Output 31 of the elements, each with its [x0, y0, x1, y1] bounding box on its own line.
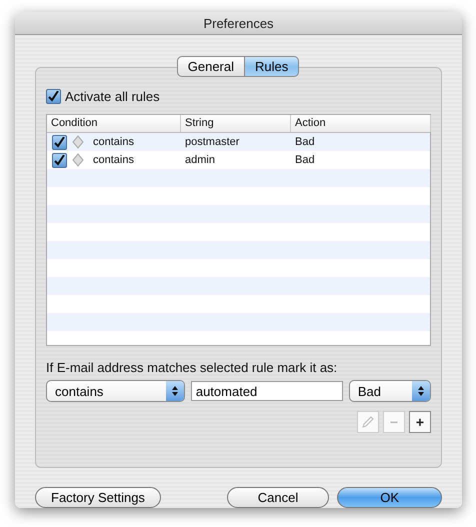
table-cell-text: contains — [92, 136, 134, 148]
tab[interactable]: General — [176, 56, 245, 77]
checkbox-label: Activate all rules — [65, 89, 160, 104]
add-button[interactable]: + — [409, 411, 431, 433]
tab[interactable]: Rules — [244, 56, 300, 77]
checkbox[interactable] — [46, 89, 61, 104]
action-dropdown[interactable]: Bad — [348, 380, 431, 402]
column-header[interactable]: String — [181, 115, 291, 132]
string-field[interactable]: automated — [190, 381, 343, 401]
pencil-icon — [361, 415, 375, 429]
stepper-arrows-icon — [412, 381, 430, 401]
table-cell-text: Bad — [294, 136, 316, 148]
checkbox[interactable] — [52, 134, 67, 150]
dialog-button[interactable]: Factory Settings — [35, 487, 161, 508]
table-cell-text: admin — [184, 154, 216, 166]
rule-label: If E-mail address matches selected rule mark it as: — [46, 360, 338, 375]
table-row[interactable]: contains postmaster Bad — [47, 133, 430, 151]
table-cell-text: Bad — [294, 154, 316, 166]
window-title: Preferences — [203, 16, 274, 30]
condition-dropdown[interactable]: contains — [46, 380, 185, 402]
dialog-button[interactable]: OK — [337, 487, 442, 508]
column-header[interactable]: Condition — [47, 115, 181, 132]
table-row[interactable]: contains admin Bad — [47, 151, 430, 169]
diamond-icon — [72, 153, 84, 167]
checkbox[interactable] — [52, 152, 67, 168]
diamond-icon — [72, 135, 84, 149]
table-cell-text: contains — [92, 154, 134, 166]
table-cell-text: postmaster — [184, 136, 240, 148]
stepper-arrows-icon — [166, 381, 184, 401]
dialog-button[interactable]: Cancel — [226, 487, 330, 508]
column-header[interactable]: Action — [291, 115, 431, 132]
